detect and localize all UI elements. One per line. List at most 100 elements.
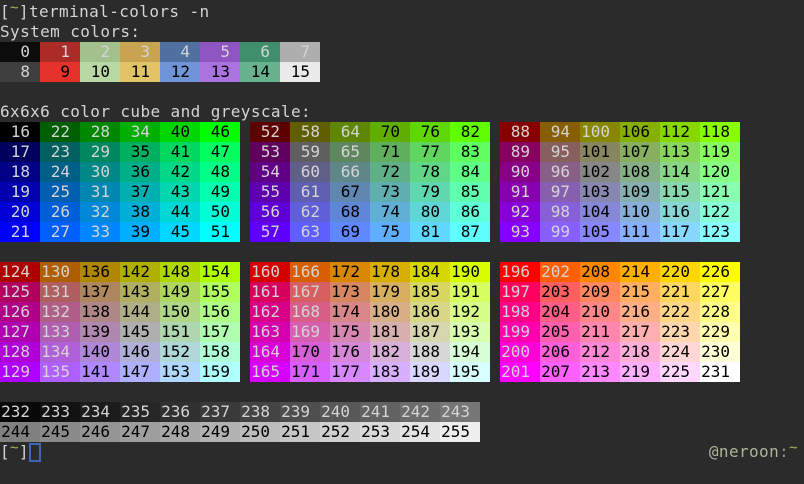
color-cell-10: 10: [80, 62, 120, 82]
prompt-line-top: [~]terminal-colors -n: [0, 2, 804, 22]
cube-row: 556167737985: [250, 182, 490, 202]
color-cell-14: 14: [240, 62, 280, 82]
color-cell-189: 189: [410, 362, 450, 382]
color-cell-32: 32: [80, 202, 120, 222]
color-cell-136: 136: [80, 262, 120, 282]
color-cell-243: 243: [440, 402, 480, 422]
color-cell-77: 77: [410, 142, 450, 162]
color-cell-48: 48: [200, 162, 240, 182]
color-cell-231: 231: [700, 362, 740, 382]
color-cell-49: 49: [200, 182, 240, 202]
cube-row: 198204210216222228: [500, 302, 740, 322]
color-cell-51: 51: [200, 222, 240, 242]
color-cell-3: 3: [120, 42, 160, 62]
color-cell-84: 84: [450, 162, 490, 182]
cube-block: 1241301361421481541251311371431491551261…: [0, 262, 240, 382]
color-cell-249: 249: [200, 422, 240, 442]
color-cell-33: 33: [80, 222, 120, 242]
status-user: @neroon: [709, 442, 779, 461]
color-cell-188: 188: [410, 342, 450, 362]
color-cell-196: 196: [500, 262, 540, 282]
cube-row: 9197103109115121: [500, 182, 740, 202]
color-cell-81: 81: [410, 222, 450, 242]
color-cell-182: 182: [370, 342, 410, 362]
color-cell-143: 143: [120, 282, 160, 302]
color-cell-79: 79: [410, 182, 450, 202]
color-cell-133: 133: [40, 322, 80, 342]
color-cell-6: 6: [240, 42, 280, 62]
system-colors-grid: 0123456789101112131415: [0, 42, 804, 82]
color-cell-20: 20: [0, 202, 40, 222]
color-cell-66: 66: [330, 162, 370, 182]
color-cell-34: 34: [120, 122, 160, 142]
cube-row: 192531374349: [0, 182, 240, 202]
color-cell-50: 50: [200, 202, 240, 222]
color-cell-167: 167: [290, 282, 330, 302]
color-cell-168: 168: [290, 302, 330, 322]
color-cell-1: 1: [40, 42, 80, 62]
color-cell-225: 225: [660, 362, 700, 382]
color-cell-63: 63: [290, 222, 330, 242]
color-cell-247: 247: [120, 422, 160, 442]
color-cell-128: 128: [0, 342, 40, 362]
color-cell-254: 254: [400, 422, 440, 442]
color-cell-100: 100: [580, 122, 620, 142]
color-cube-row-2: 1241301361421481541251311371431491551261…: [0, 262, 804, 382]
color-cell-29: 29: [80, 142, 120, 162]
color-cell-153: 153: [160, 362, 200, 382]
color-cell-204: 204: [540, 302, 580, 322]
cube-row: 9399105111117123: [500, 222, 740, 242]
cube-row: 165171177183189195: [250, 362, 490, 382]
color-cell-62: 62: [290, 202, 330, 222]
color-cell-78: 78: [410, 162, 450, 182]
cube-row: 128134140146152158: [0, 342, 240, 362]
color-cell-105: 105: [580, 222, 620, 242]
color-cell-158: 158: [200, 342, 240, 362]
color-cell-118: 118: [700, 122, 740, 142]
color-cell-19: 19: [0, 182, 40, 202]
color-cell-171: 171: [290, 362, 330, 382]
color-cell-160: 160: [250, 262, 290, 282]
color-cell-86: 86: [450, 202, 490, 222]
color-cell-135: 135: [40, 362, 80, 382]
color-cell-165: 165: [250, 362, 290, 382]
cube-block: 1601661721781841901611671731791851911621…: [250, 262, 490, 382]
prompt-bracket-open: [: [0, 442, 10, 461]
cube-row: 202632384450: [0, 202, 240, 222]
color-cube-row-1: 1622283440461723293541471824303642481925…: [0, 122, 804, 242]
shell-input-line[interactable]: [~]@neroon:~: [0, 442, 804, 462]
color-cell-131: 131: [40, 282, 80, 302]
color-cell-91: 91: [500, 182, 540, 202]
color-cell-12: 12: [160, 62, 200, 82]
color-cell-255: 255: [440, 422, 480, 442]
cube-block: 1962022082142202261972032092152212271982…: [500, 262, 740, 382]
color-cell-15: 15: [280, 62, 320, 82]
command-text: terminal-colors -n: [29, 2, 210, 21]
color-cell-214: 214: [620, 262, 660, 282]
color-cell-38: 38: [120, 202, 160, 222]
color-cell-101: 101: [580, 142, 620, 162]
color-cell-11: 11: [120, 62, 160, 82]
prompt-home-tilde: ~: [10, 440, 19, 456]
cube-block: 1622283440461723293541471824303642481925…: [0, 122, 240, 242]
color-cell-170: 170: [290, 342, 330, 362]
color-cell-74: 74: [370, 202, 410, 222]
color-cell-90: 90: [500, 162, 540, 182]
color-cell-162: 162: [250, 302, 290, 322]
color-cell-222: 222: [660, 302, 700, 322]
cube-row: 124130136142148154: [0, 262, 240, 282]
color-cell-22: 22: [40, 122, 80, 142]
color-cell-87: 87: [450, 222, 490, 242]
color-cell-125: 125: [0, 282, 40, 302]
color-cell-223: 223: [660, 322, 700, 342]
color-cell-147: 147: [120, 362, 160, 382]
status-path: ~: [789, 440, 798, 456]
cube-row: 199205211217223229: [500, 322, 740, 342]
color-cell-234: 234: [80, 402, 120, 422]
color-cell-64: 64: [330, 122, 370, 142]
color-cell-43: 43: [160, 182, 200, 202]
color-cell-16: 16: [0, 122, 40, 142]
color-cell-186: 186: [410, 302, 450, 322]
cube-row: 129135141147153159: [0, 362, 240, 382]
color-cell-68: 68: [330, 202, 370, 222]
